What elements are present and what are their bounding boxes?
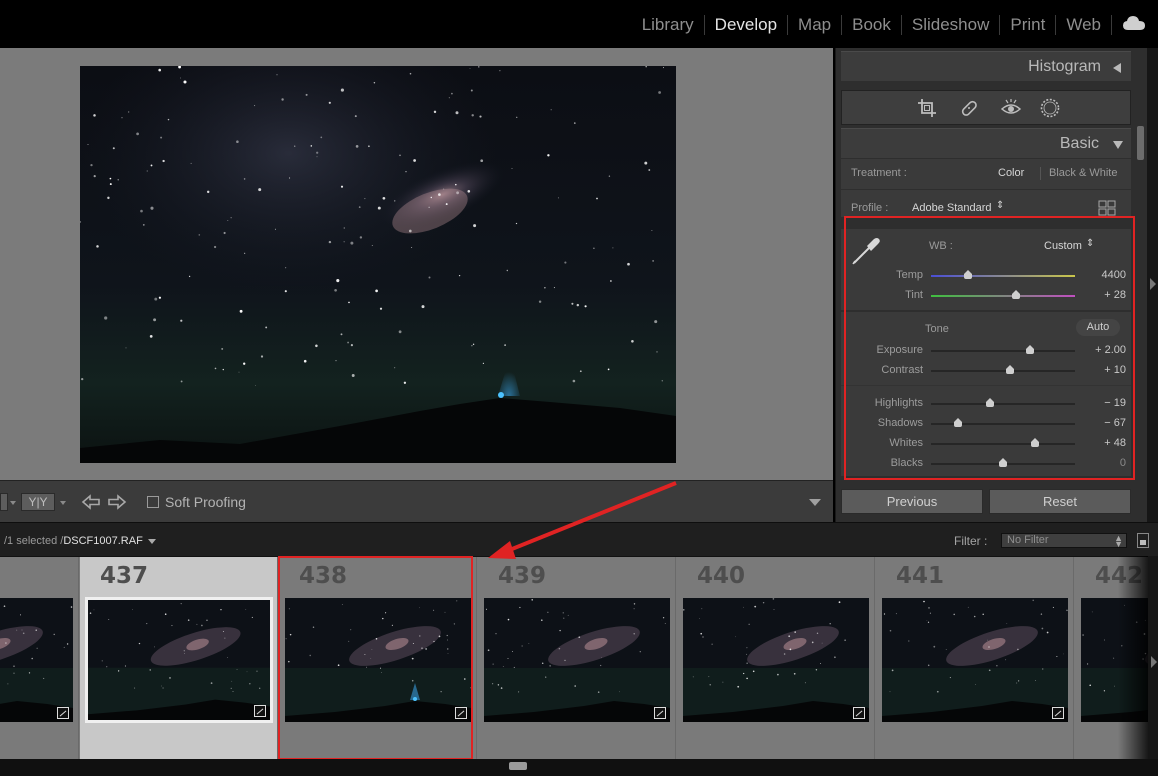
histogram-title: Histogram [1028, 58, 1101, 75]
filmstrip-thumbnail[interactable] [484, 598, 670, 722]
selected-count: /1 selected / [4, 535, 64, 547]
develop-adjusted-badge-icon [1052, 707, 1064, 719]
module-bar: Library Develop Map Book Slideshow Print… [0, 0, 1158, 48]
right-panel-edge[interactable] [1147, 48, 1158, 522]
bottom-bar [0, 759, 1158, 776]
filmstrip-thumbnail[interactable] [882, 598, 1068, 722]
filmstrip-right-edge[interactable] [1148, 556, 1158, 759]
panel-scrollbar-thumb[interactable] [1137, 126, 1144, 160]
filter-label: Filter : [954, 534, 988, 548]
crop-icon[interactable] [916, 97, 938, 119]
module-map[interactable]: Map [788, 14, 841, 36]
highlight-annotation-box-filmstrip [278, 556, 473, 760]
profile-select-arrows-icon[interactable]: ⇕ [996, 200, 1004, 211]
develop-adjusted-badge-icon [853, 707, 865, 719]
red-eye-icon[interactable] [1000, 97, 1022, 119]
basic-header[interactable]: Basic [841, 128, 1131, 158]
view-mode-dropdown-icon[interactable] [10, 501, 16, 505]
cloud-icon[interactable] [1122, 14, 1146, 32]
filmstrip-expand-icon[interactable] [1151, 656, 1157, 668]
toolbar-options-icon[interactable] [809, 499, 821, 506]
expand-right-icon[interactable] [1150, 278, 1156, 290]
treatment-bw-option[interactable]: Black & White [1049, 167, 1117, 179]
filter-select[interactable]: No Filter ▲ ▼ [1001, 533, 1127, 549]
before-after-dropdown-icon[interactable] [60, 501, 66, 505]
develop-adjusted-badge-icon [254, 705, 266, 717]
module-develop[interactable]: Develop [705, 14, 787, 36]
soft-proofing-checkbox[interactable] [147, 496, 159, 508]
reset-button[interactable]: Reset [989, 489, 1131, 514]
profile-select[interactable]: Adobe Standard [912, 202, 992, 214]
filmstrip: 437 438 439 440 441 442 [0, 556, 1158, 759]
filmstrip-cell-437[interactable]: 437 [80, 557, 278, 759]
filename-dropdown-icon[interactable] [148, 539, 156, 544]
module-print[interactable]: Print [1000, 14, 1055, 36]
copy-left-arrow-icon[interactable] [81, 493, 101, 511]
treatment-row: Treatment : Color Black & White [841, 159, 1131, 189]
module-slideshow[interactable]: Slideshow [902, 14, 1000, 36]
collapse-left-icon[interactable] [1113, 63, 1121, 73]
highlight-annotation-box [844, 216, 1135, 480]
cell-index: 440 [697, 563, 746, 589]
develop-adjusted-badge-icon [654, 707, 666, 719]
profile-browser-icon[interactable] [1098, 200, 1116, 216]
module-book[interactable]: Book [842, 14, 901, 36]
filmstrip-cell-440[interactable]: 440 [677, 557, 875, 759]
filmstrip-cell-439[interactable]: 439 [478, 557, 676, 759]
filmstrip-fade [1118, 556, 1148, 759]
module-library[interactable]: Library [632, 14, 704, 36]
masking-icon[interactable] [1039, 97, 1061, 119]
module-web[interactable]: Web [1056, 14, 1111, 36]
treatment-label: Treatment : [851, 167, 907, 179]
filter-select-arrows-icon: ▲ ▼ [1114, 533, 1123, 549]
develop-adjusted-badge-icon [57, 707, 69, 719]
histogram-header[interactable]: Histogram [841, 51, 1131, 81]
filter-lock-icon[interactable] [1137, 533, 1149, 548]
filmstrip-thumbnail[interactable] [0, 598, 73, 722]
basic-title: Basic [1059, 135, 1099, 152]
selection-info: /1 selected /DSCF1007.RAF [4, 535, 143, 547]
previous-button[interactable]: Previous [841, 489, 983, 514]
treatment-color-option[interactable]: Color [998, 167, 1024, 179]
filmstrip-thumbnail[interactable] [85, 597, 273, 723]
view-mode-button[interactable] [0, 493, 8, 511]
filmstrip-cell-436[interactable] [0, 557, 79, 759]
cell-index: 437 [100, 563, 149, 589]
cell-index: 441 [896, 563, 945, 589]
filter-select-value: No Filter [1007, 534, 1049, 546]
filmstrip-resize-grip[interactable] [509, 762, 527, 770]
module-separator [1111, 15, 1112, 35]
soft-proofing-label[interactable]: Soft Proofing [165, 494, 246, 510]
module-picker: Library Develop Map Book Slideshow Print… [632, 14, 1112, 36]
image-viewer [0, 48, 833, 480]
profile-row: Profile : Adobe Standard ⇕ [841, 190, 1131, 217]
panel-scrollbar[interactable] [1135, 48, 1147, 522]
filmstrip-cell-441[interactable]: 441 [876, 557, 1074, 759]
filmstrip-thumbnail[interactable] [683, 598, 869, 722]
before-after-button[interactable]: Y|Y [21, 493, 55, 511]
collapse-down-icon[interactable] [1113, 141, 1123, 149]
viewer-toolbar: Y|Y Soft Proofing [0, 480, 833, 522]
tool-strip [841, 90, 1131, 125]
filmstrip-header: /1 selected /DSCF1007.RAF Filter : No Fi… [0, 522, 1158, 556]
current-filename[interactable]: DSCF1007.RAF [63, 535, 142, 547]
copy-right-arrow-icon[interactable] [107, 493, 127, 511]
treatment-divider [1040, 167, 1041, 180]
main-photo[interactable] [80, 66, 676, 463]
healing-brush-icon[interactable] [958, 97, 980, 119]
cell-index: 439 [498, 563, 547, 589]
profile-label: Profile : [851, 202, 889, 214]
